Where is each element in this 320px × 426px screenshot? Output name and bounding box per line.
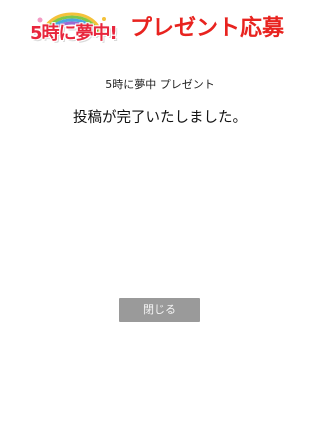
header: 5時に夢中! プレゼント応募 <box>0 0 320 60</box>
close-button[interactable]: 閉じる <box>119 298 200 322</box>
completion-message: 投稿が完了いたしました。 <box>73 110 247 126</box>
header-title: プレゼント応募 <box>130 16 285 41</box>
page: 5時に夢中! プレゼント応募 5時に夢中 プレゼント 投稿が完了いたしました。 … <box>0 0 320 426</box>
present-subtitle: 5時に夢中 プレゼント <box>105 78 215 91</box>
logo-text: 5時に夢中! <box>30 23 118 44</box>
show-logo: 5時に夢中! <box>30 10 118 50</box>
